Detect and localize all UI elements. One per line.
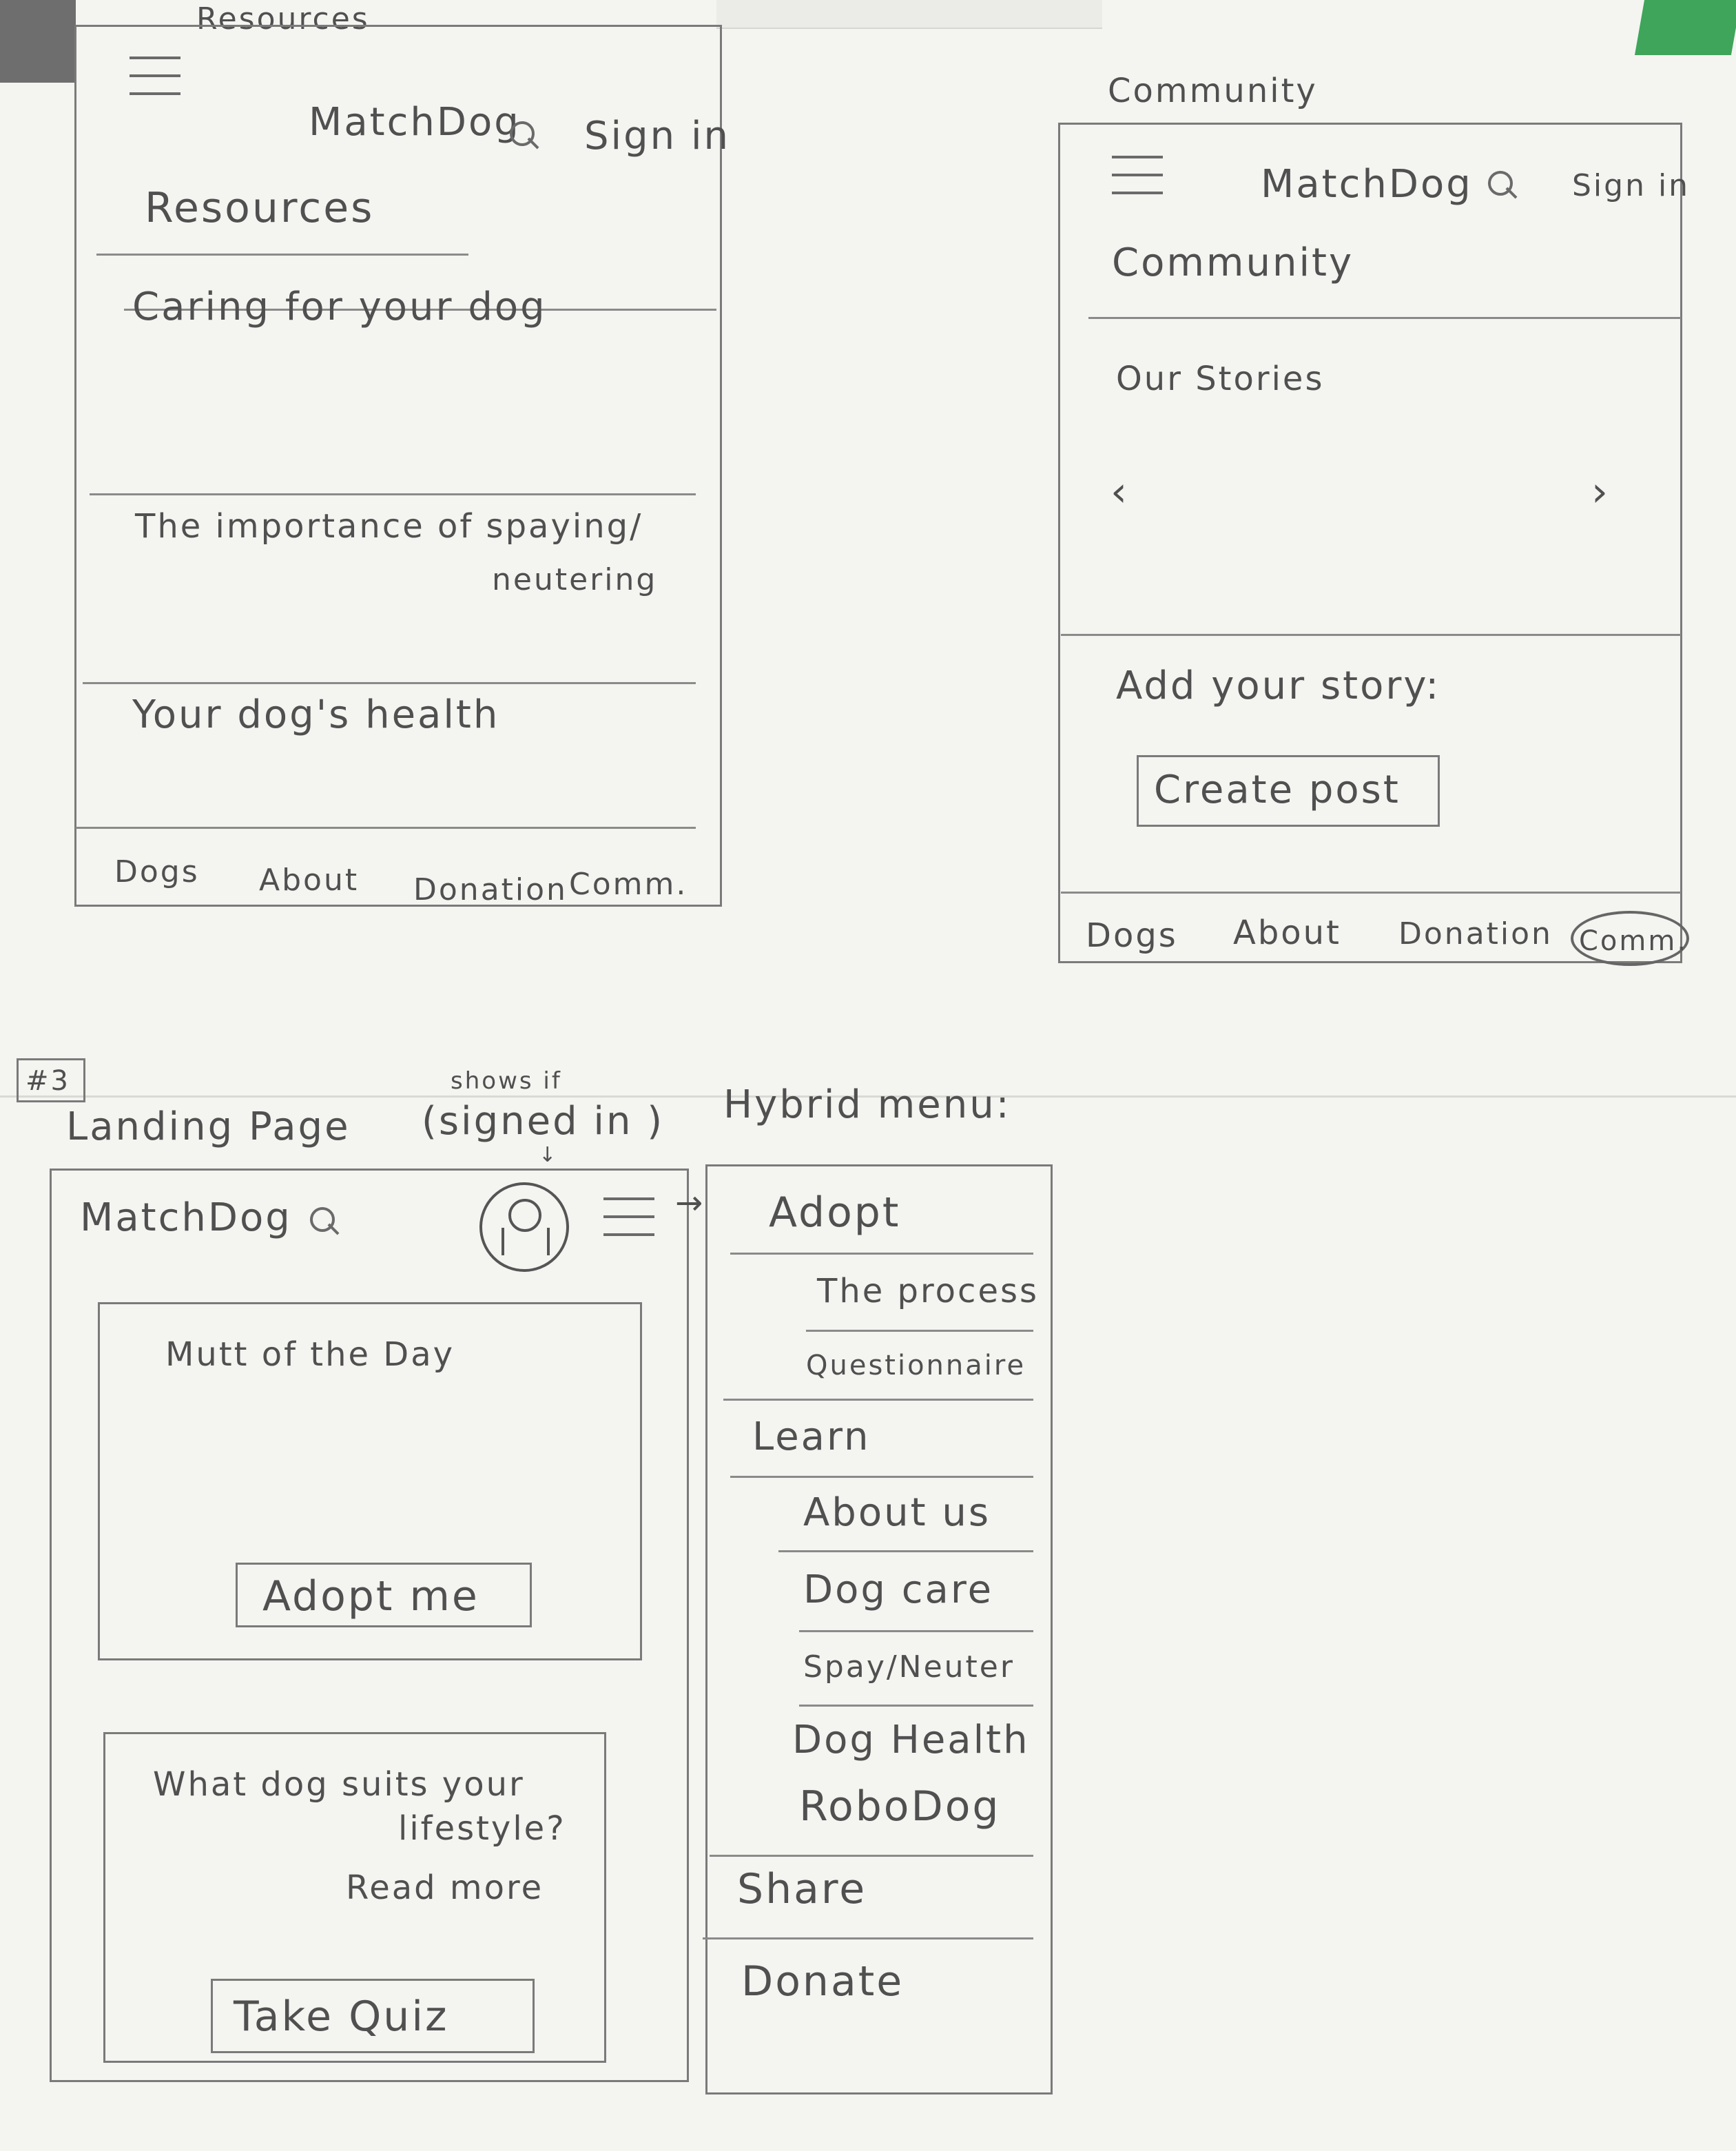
take-quiz-button[interactable]: Take Quiz: [211, 1979, 535, 2053]
nav-community[interactable]: Comm.: [569, 869, 688, 900]
arrow-down-icon: ↓: [539, 1143, 559, 1167]
menu-item-the-process[interactable]: The process: [817, 1275, 1039, 1308]
carousel-next-icon[interactable]: ›: [1591, 471, 1610, 513]
background-object: [0, 0, 76, 83]
arrow-right-icon: →: [675, 1184, 705, 1222]
resources-section-health[interactable]: Your dog's health: [132, 696, 499, 734]
divider: [90, 493, 696, 495]
menu-item-donate[interactable]: Donate: [741, 1961, 904, 2002]
menu-item-about-us[interactable]: About us: [803, 1494, 991, 1532]
landing-caption: Landing Page: [66, 1104, 351, 1149]
resources-page-title: Resources: [145, 184, 375, 232]
menu-item-questionnaire[interactable]: Questionnaire: [806, 1352, 1026, 1379]
our-stories-label: Our Stories: [1116, 360, 1325, 398]
menu-item-learn[interactable]: Learn: [752, 1418, 871, 1457]
nav-donation[interactable]: Donation: [413, 875, 568, 905]
divider: [703, 1937, 1033, 1939]
bottom-nav-divider: [1061, 892, 1681, 894]
menu-item-robodog[interactable]: RoboDog: [799, 1786, 1001, 1827]
background-paper: [716, 0, 1102, 29]
menu-icon[interactable]: [603, 1197, 654, 1251]
read-more-link[interactable]: Read more: [346, 1871, 544, 1904]
search-icon[interactable]: [310, 1207, 342, 1239]
community-logo[interactable]: MatchDog: [1261, 165, 1473, 204]
take-quiz-label: Take Quiz: [234, 1993, 449, 2041]
resources-section-neutering: neutering: [492, 562, 658, 597]
hybrid-menu-caption: Hybrid menu:: [723, 1082, 1011, 1127]
menu-item-adopt[interactable]: Adopt: [769, 1192, 900, 1233]
quiz-question-line1: What dog suits your: [153, 1765, 525, 1804]
divider: [799, 1630, 1033, 1632]
community-sign-in-link[interactable]: Sign in: [1572, 171, 1690, 201]
divider: [96, 254, 468, 256]
sketch-number-box: #3: [17, 1058, 85, 1102]
divider: [799, 1705, 1033, 1707]
resources-section-spaying[interactable]: The importance of spaying/: [135, 510, 643, 543]
divider: [723, 1399, 1033, 1401]
landing-logo[interactable]: MatchDog: [80, 1199, 292, 1237]
resources-section-caring[interactable]: Caring for your dog: [132, 288, 547, 327]
create-post-label: Create post: [1154, 768, 1401, 812]
divider: [806, 1330, 1033, 1332]
divider: [1061, 634, 1681, 636]
nav-about[interactable]: About: [259, 865, 359, 896]
nav-about[interactable]: About: [1233, 916, 1341, 949]
community-caption: Community: [1108, 72, 1318, 110]
adopt-me-label: Adopt me: [262, 1572, 479, 1620]
menu-item-spay-neuter[interactable]: Spay/Neuter: [803, 1652, 1015, 1682]
background-green-object: [1634, 0, 1736, 55]
resources-logo[interactable]: MatchDog: [309, 103, 521, 142]
adopt-me-button[interactable]: Adopt me: [236, 1563, 532, 1627]
community-page-title: Community: [1112, 240, 1354, 285]
search-icon[interactable]: [1488, 171, 1520, 203]
quiz-question-line2: lifestyle?: [398, 1809, 566, 1848]
divider: [710, 1855, 1033, 1857]
divider: [83, 682, 696, 684]
landing-note-signed-in: (signed in ): [422, 1099, 665, 1144]
menu-item-share[interactable]: Share: [737, 1869, 867, 1910]
resources-sign-in-link[interactable]: Sign in: [584, 117, 730, 156]
search-icon[interactable]: [510, 121, 541, 153]
divider: [778, 1550, 1033, 1552]
carousel-prev-icon[interactable]: ‹: [1110, 471, 1129, 513]
bottom-nav-divider: [76, 827, 696, 829]
sketch-number: #3: [25, 1065, 70, 1097]
menu-item-dog-health[interactable]: Dog Health: [792, 1721, 1030, 1760]
nav-dogs[interactable]: Dogs: [114, 857, 200, 887]
menu-icon[interactable]: [130, 56, 180, 110]
mutt-of-the-day-title: Mutt of the Day: [165, 1335, 455, 1374]
profile-avatar-icon[interactable]: [479, 1182, 569, 1272]
nav-community[interactable]: Comm.: [1579, 927, 1688, 955]
menu-icon[interactable]: [1112, 156, 1163, 209]
create-post-button[interactable]: Create post: [1137, 755, 1440, 827]
divider: [730, 1476, 1033, 1478]
add-story-label: Add your story:: [1116, 663, 1441, 708]
menu-item-dog-care[interactable]: Dog care: [803, 1571, 993, 1609]
nav-donation[interactable]: Donation: [1398, 919, 1553, 949]
divider: [1088, 317, 1681, 319]
landing-note: shows if: [451, 1067, 562, 1095]
nav-dogs[interactable]: Dogs: [1086, 919, 1178, 952]
divider: [730, 1253, 1033, 1255]
